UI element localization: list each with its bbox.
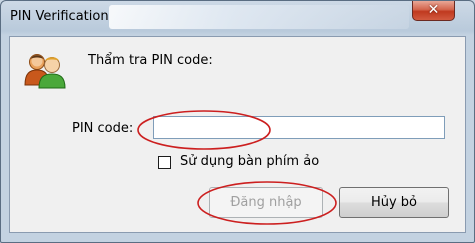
pin-code-input[interactable]: [153, 116, 445, 139]
title-bar-glass: [109, 5, 409, 29]
login-button[interactable]: Đăng nhập: [209, 187, 323, 218]
cancel-button[interactable]: Hủy bỏ: [339, 187, 449, 218]
window-title: PIN Verification: [10, 9, 109, 24]
title-bar[interactable]: PIN Verification ✕: [1, 1, 474, 35]
close-button[interactable]: ✕: [412, 1, 455, 21]
virtual-keyboard-checkbox[interactable]: [158, 156, 171, 169]
close-icon: ✕: [427, 2, 440, 18]
users-icon: [24, 54, 66, 89]
prompt-heading: Thẩm tra PIN code:: [88, 53, 213, 68]
pin-code-label: PIN code:: [72, 121, 134, 136]
virtual-keyboard-label[interactable]: Sử dụng bàn phím ảo: [180, 154, 319, 169]
